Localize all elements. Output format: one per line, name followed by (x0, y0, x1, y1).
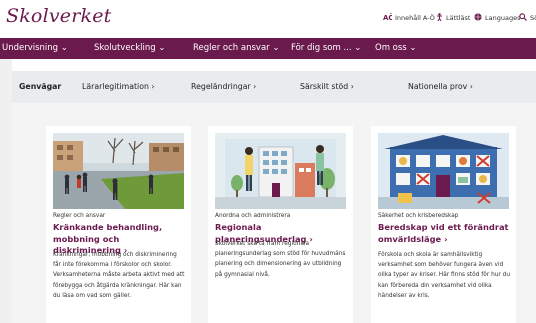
shortcut-nationella-prov[interactable]: Nationella prov › (408, 82, 473, 91)
card-body: Kränkningar, mobbning och diskriminering… (53, 252, 185, 299)
card-beredskap[interactable]: Säkerhet och krisberedskap Beredskap vid… (371, 126, 516, 323)
util-label: Innehåll A-Ö (395, 14, 435, 22)
nav-item-om-oss[interactable]: Om oss ⌄ (375, 43, 417, 53)
card-body: Förskola och skola är samhällsviktig ver… (378, 252, 510, 299)
card-title[interactable]: Beredskap vid ett förändrat omvärldsläge… (378, 222, 510, 245)
globe-icon (474, 13, 482, 23)
util-link-search[interactable]: Sö (519, 13, 536, 23)
nav-item-undervisning[interactable]: Undervisning ⌄ (2, 43, 68, 53)
site-logo[interactable]: Skolverket (6, 5, 112, 27)
card-image-schoolyard (53, 133, 184, 209)
shortcut-sarskilt-stod[interactable]: Särskilt stöd › (300, 82, 354, 91)
util-label: Languages (485, 14, 521, 22)
shortcuts-bar: Genvägar Lärarlegitimation › Regeländrin… (12, 71, 536, 103)
util-link-ao[interactable]: AÖ Innehåll A-Ö (383, 13, 435, 23)
shortcut-lararlegitimation[interactable]: Lärarlegitimation › (82, 82, 155, 91)
card-image-crisis-illustration (378, 133, 509, 209)
nav-item-regler[interactable]: Regler och ansvar ⌄ (193, 43, 279, 53)
card-image-planning-illustration (215, 133, 346, 209)
card-body: Skolverket ska ta fram regionala planeri… (215, 241, 346, 278)
util-link-languages[interactable]: Languages (474, 13, 520, 23)
accessibility-icon (436, 13, 443, 23)
ao-icon: AÖ (383, 13, 394, 23)
card-krankande-behandling[interactable]: Regler och ansvar Kränkande behandling, … (46, 126, 191, 323)
shortcuts-label: Genvägar (19, 82, 62, 91)
shortcut-regelandringar[interactable]: Regeländringar › (191, 82, 256, 91)
util-label: Lättläst (446, 14, 471, 22)
card-category: Regler och ansvar (53, 213, 106, 219)
svg-text:AÖ: AÖ (383, 13, 392, 21)
nav-item-skolutveckling[interactable]: Skolutveckling ⌄ (94, 43, 165, 53)
nav-item-for-dig-som[interactable]: För dig som ... ⌄ (291, 43, 361, 53)
card-regionala-planeringsunderlag[interactable]: Anordna och administrera Regionala plane… (208, 126, 353, 323)
search-icon (519, 13, 527, 23)
site-header: Skolverket AÖ Innehåll A-Ö Lättläst Lang… (0, 0, 536, 38)
main-nav: Undervisning ⌄ Skolutveckling ⌄ Regler o… (0, 38, 536, 59)
util-link-lattlast[interactable]: Lättläst (436, 13, 470, 23)
card-category: Säkerhet och krisberedskap (378, 213, 459, 219)
util-label: Sö (530, 14, 536, 22)
card-category: Anordna och administrera (215, 213, 291, 219)
